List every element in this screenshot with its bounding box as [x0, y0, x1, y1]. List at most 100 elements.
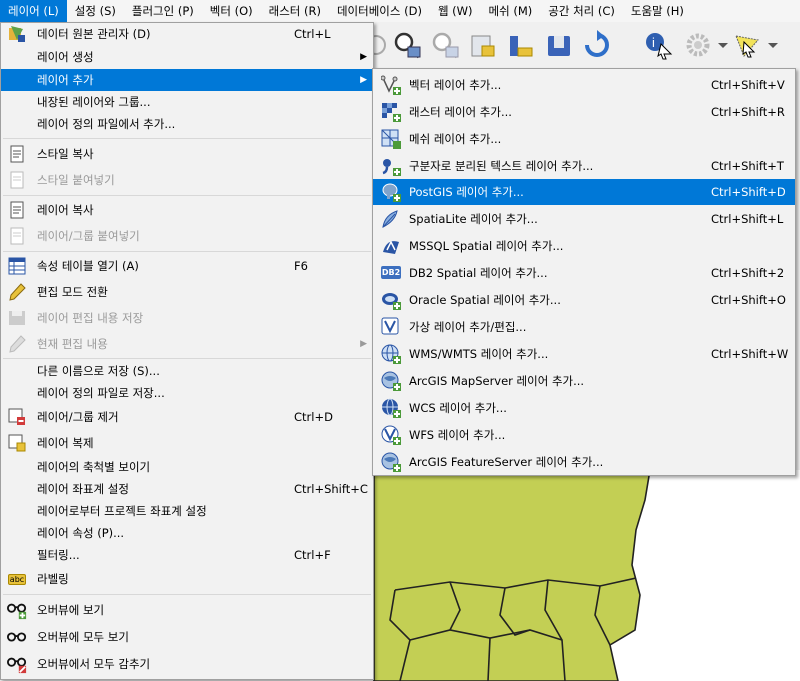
menu-item-open-attribute-table[interactable]: 속성 테이블 열기 (A) F6 — [1, 253, 373, 279]
menu-item-shortcut: Ctrl+L — [294, 27, 331, 41]
menu-item-data-source-manager[interactable]: 데이터 원본 관리자 (D) Ctrl+L — [1, 23, 373, 45]
menu-plugins[interactable]: 플러그인 (P) — [124, 0, 202, 22]
arcgis-featureserver-icon — [381, 452, 401, 472]
submenu-item-add-oracle[interactable]: Oracle Spatial 레이어 추가... Ctrl+Shift+O — [373, 286, 795, 313]
menu-layer[interactable]: 레이어 (L) — [0, 0, 67, 22]
menu-item-label: 편집 모드 전환 — [37, 285, 108, 299]
refresh-icon[interactable] — [582, 30, 612, 60]
submenu-item-add-wfs[interactable]: WFS 레이어 추가... — [373, 421, 795, 448]
menu-item-current-edits[interactable]: 현재 편집 내용 ▶ — [1, 331, 373, 357]
menu-item-copy-style[interactable]: 스타일 복사 — [1, 141, 373, 167]
menu-item-label: SpatiaLite 레이어 추가... — [409, 211, 538, 226]
save-edits-icon — [7, 308, 27, 328]
menu-item-label: 레이어 속성 (P)... — [37, 526, 125, 540]
menu-item-paste-layer[interactable]: 레이어/그룹 붙여넣기 — [1, 223, 373, 249]
menu-item-paste-style[interactable]: 스타일 붙여넣기 — [1, 167, 373, 193]
menu-database[interactable]: 데이터베이스 (D) — [329, 0, 430, 22]
menu-item-show-in-overview[interactable]: 오버뷰에 보기 — [1, 596, 373, 624]
menu-item-label: DB2 Spatial 레이어 추가... — [409, 265, 548, 280]
menu-item-save-layer-edits[interactable]: 레이어 편집 내용 저장 — [1, 305, 373, 331]
menu-item-label: 스타일 붙여넣기 — [37, 173, 115, 187]
submenu-item-add-wms[interactable]: WMS/WMTS 레이어 추가... Ctrl+Shift+W — [373, 340, 795, 367]
menu-item-label: 레이어로부터 프로젝트 좌표계 설정 — [37, 504, 207, 518]
menu-raster[interactable]: 래스터 (R) — [261, 0, 329, 22]
pencil-icon — [7, 282, 27, 302]
menu-mesh[interactable]: 메쉬 (M) — [481, 0, 541, 22]
menu-item-shortcut: Ctrl+Shift+W — [711, 346, 789, 361]
submenu-item-add-wcs[interactable]: WCS 레이어 추가... — [373, 394, 795, 421]
menu-item-hide-all-from-overview[interactable]: 오버뷰에서 모두 감추기 — [1, 650, 373, 678]
menu-item-embed-layers[interactable]: 내장된 레이어와 그룹... — [1, 91, 373, 113]
duplicate-layer-icon — [7, 433, 27, 453]
chevron-down-icon[interactable] — [766, 30, 780, 60]
bookmark-icon[interactable] — [544, 30, 574, 60]
menu-item-create-layer[interactable]: 레이어 생성 ▶ — [1, 45, 373, 69]
menu-item-label: 오버뷰에 모두 보기 — [37, 630, 129, 644]
menu-item-add-layer[interactable]: 레이어 추가 ▶ — [1, 69, 373, 91]
submenu-item-add-spatialite[interactable]: SpatiaLite 레이어 추가... Ctrl+Shift+L — [373, 205, 795, 232]
menu-item-label: WMS/WMTS 레이어 추가... — [409, 346, 549, 361]
menu-item-save-as-definition[interactable]: 레이어 정의 파일로 저장... — [1, 382, 373, 404]
menu-item-label: WFS 레이어 추가... — [409, 427, 506, 442]
menu-item-duplicate-layer[interactable]: 레이어 복제 — [1, 430, 373, 456]
submenu-item-add-arcgis-featureserver[interactable]: ArcGIS FeatureServer 레이어 추가... — [373, 448, 795, 475]
submenu-item-add-delimited-text[interactable]: 구분자로 분리된 텍스트 레이어 추가... Ctrl+Shift+T — [373, 152, 795, 179]
wfs-globe-icon — [381, 425, 401, 445]
menu-item-label: 레이어 추가 — [37, 73, 94, 87]
submenu-item-add-virtual[interactable]: 가상 레이어 추가/편집... — [373, 313, 795, 340]
menu-item-add-from-definition[interactable]: 레이어 정의 파일에서 추가... — [1, 113, 373, 135]
submenu-item-add-vector[interactable]: 벡터 레이어 추가... Ctrl+Shift+V — [373, 71, 795, 98]
menu-item-set-layer-crs[interactable]: 레이어 좌표계 설정 Ctrl+Shift+C — [1, 478, 373, 500]
zoom-in-icon[interactable] — [392, 30, 422, 60]
menu-separator — [3, 195, 371, 196]
overview-hide-all-icon — [7, 654, 27, 674]
menu-item-label: 레이어 복제 — [37, 436, 94, 450]
identify-icon[interactable]: i — [644, 30, 674, 60]
vector-layer-icon — [381, 75, 401, 95]
menu-item-filter[interactable]: 필터링... Ctrl+F — [1, 544, 373, 566]
menu-help[interactable]: 도움말 (H) — [623, 0, 692, 22]
menu-vector[interactable]: 벡터 (O) — [202, 0, 261, 22]
submenu-item-add-db2[interactable]: DB2 DB2 Spatial 레이어 추가... Ctrl+Shift+2 — [373, 259, 795, 286]
menu-item-toggle-editing[interactable]: 편집 모드 전환 — [1, 279, 373, 305]
wms-globe-icon — [381, 344, 401, 364]
menu-item-shortcut: Ctrl+Shift+D — [711, 185, 786, 199]
menu-item-label: 속성 테이블 열기 (A) — [37, 259, 139, 273]
zoom-layer-icon[interactable] — [468, 30, 498, 60]
menu-bar: 레이어 (L) 설정 (S) 플러그인 (P) 벡터 (O) 래스터 (R) 데… — [0, 0, 800, 23]
submenu-item-add-postgis[interactable]: PostGIS 레이어 추가... Ctrl+Shift+D — [373, 179, 795, 205]
select-features-icon[interactable] — [732, 30, 762, 60]
menu-item-set-project-crs[interactable]: 레이어로부터 프로젝트 좌표계 설정 — [1, 500, 373, 522]
menu-web[interactable]: 웹 (W) — [430, 0, 481, 22]
overview-show-icon — [7, 600, 27, 620]
mesh-layer-icon — [381, 129, 401, 149]
menu-item-label: 현재 편집 내용 — [37, 337, 108, 351]
menu-item-label: 라벨링 — [37, 572, 69, 586]
chevron-down-icon[interactable] — [716, 30, 730, 60]
menu-item-show-all-in-overview[interactable]: 오버뷰에 모두 보기 — [1, 624, 373, 650]
menu-item-scale-visibility[interactable]: 레이어의 축척별 보이기 — [1, 456, 373, 478]
menu-item-copy-layer[interactable]: 레이어 복사 — [1, 197, 373, 223]
menu-processing[interactable]: 공간 처리 (C) — [540, 0, 623, 22]
current-edits-icon — [7, 334, 27, 354]
menu-item-labeling[interactable]: abc 라벨링 — [1, 566, 373, 592]
submenu-item-add-mesh[interactable]: 메쉬 레이어 추가... — [373, 125, 795, 152]
menu-item-label: 메쉬 레이어 추가... — [409, 131, 502, 146]
map-canvas[interactable] — [300, 470, 800, 681]
submenu-arrow-icon: ▶ — [360, 75, 367, 85]
menu-settings[interactable]: 설정 (S) — [67, 0, 124, 22]
menu-item-shortcut: Ctrl+D — [294, 410, 333, 424]
zoom-native-icon[interactable] — [506, 30, 536, 60]
menu-item-shortcut: Ctrl+Shift+V — [711, 77, 785, 92]
menu-item-label: ArcGIS MapServer 레이어 추가... — [409, 373, 585, 388]
submenu-item-add-mssql[interactable]: MSSQL Spatial 레이어 추가... — [373, 232, 795, 259]
menu-item-layer-properties[interactable]: 레이어 속성 (P)... — [1, 522, 373, 544]
zoom-out-icon[interactable] — [430, 30, 460, 60]
menu-item-label: WCS 레이어 추가... — [409, 400, 507, 415]
menu-item-save-as[interactable]: 다른 이름으로 저장 (S)... — [1, 360, 373, 382]
submenu-item-add-arcgis-mapserver[interactable]: ArcGIS MapServer 레이어 추가... — [373, 367, 795, 394]
labeling-icon-text: abc — [7, 573, 27, 585]
settings-gear-icon[interactable] — [684, 30, 714, 60]
submenu-item-add-raster[interactable]: 래스터 레이어 추가... Ctrl+Shift+R — [373, 98, 795, 125]
menu-item-remove-layer[interactable]: 레이어/그룹 제거 Ctrl+D — [1, 404, 373, 430]
